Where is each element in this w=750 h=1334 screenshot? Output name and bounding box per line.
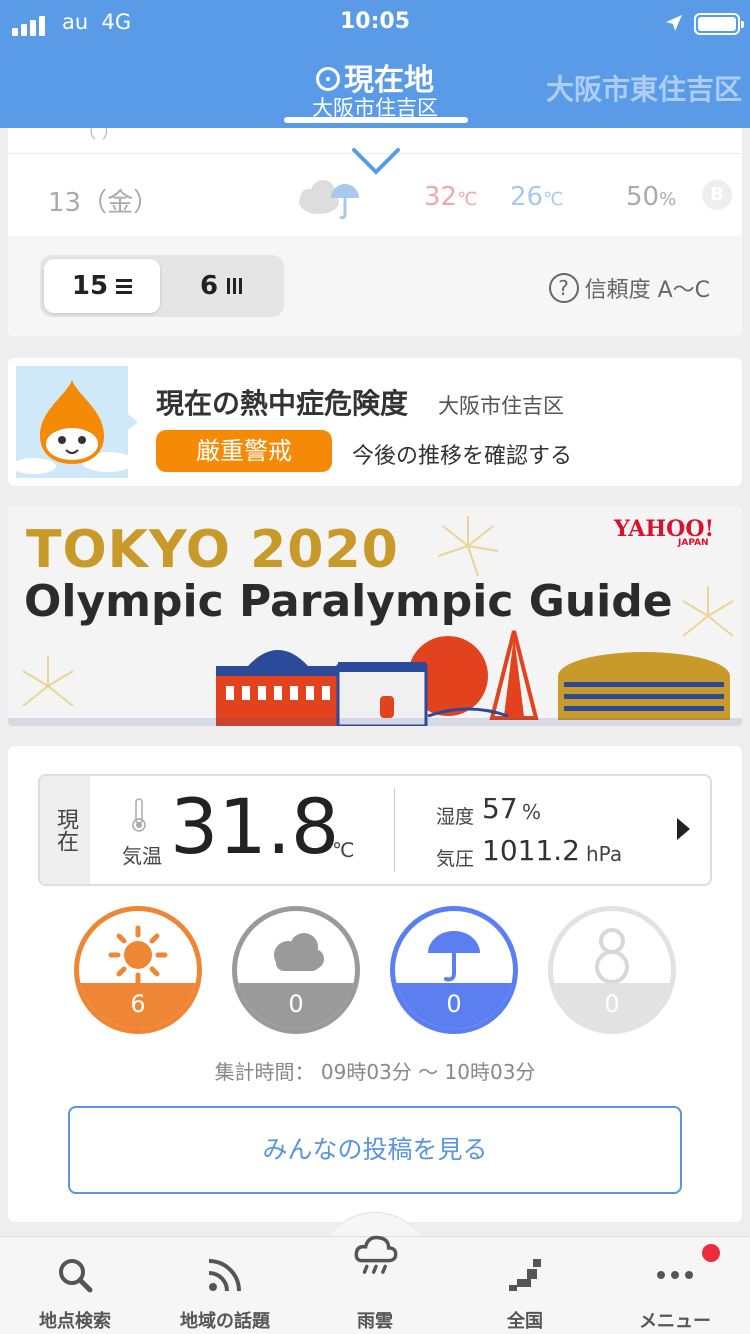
reliability-info[interactable]: ? 信頼度 A〜C [548, 272, 710, 304]
nav-topics-label: 地域の話題 [180, 1311, 270, 1332]
toggle-6-days[interactable]: 6 [164, 259, 280, 313]
header: au 4G 10:05 現在地 大阪市住吉区 大阪市東住吉区 [0, 0, 750, 128]
forecast-low: 26℃ [510, 182, 564, 212]
forecast-day: 13（金） [48, 188, 160, 218]
heatstroke-mascot-image [16, 366, 128, 478]
report-snow[interactable]: 0 [548, 906, 676, 1034]
pressure-unit: hPa [586, 842, 623, 866]
sun-icon [108, 925, 168, 985]
report-rain-count: 0 [395, 983, 513, 1029]
forecast-precip: 50% [626, 182, 677, 212]
columns-icon [226, 278, 244, 294]
nav-menu-label: メニュー [639, 1311, 711, 1332]
nav-topics[interactable]: 地域の話題 [150, 1237, 300, 1334]
forecast-row[interactable]: 13（金） 32℃ 26℃ 50% B [8, 164, 742, 236]
next-location-tab[interactable]: 大阪市東住吉区 [546, 68, 742, 108]
yahoo-logo-sub: JAPAN [678, 538, 709, 548]
notification-badge [702, 1244, 720, 1262]
heatstroke-trend-link[interactable]: 今後の推移を確認する [352, 438, 572, 470]
divider [394, 788, 395, 872]
temperature-unit: ℃ [332, 838, 355, 862]
heatstroke-level-badge: 厳重警戒 [156, 430, 332, 472]
nav-search[interactable]: 地点検索 [0, 1237, 150, 1334]
report-cloudy[interactable]: 0 [232, 906, 360, 1034]
banner-line2: Olympic Paralympic Guide [24, 576, 673, 627]
toggle-15-days[interactable]: 15 [44, 259, 160, 313]
rss-icon [208, 1259, 241, 1292]
cloud-icon [274, 933, 324, 971]
forecast-card: （ ） 13（金） 32℃ 26℃ 50% B 15 6 ? 信頼度 A〜C [8, 128, 742, 336]
nav-search-label: 地点検索 [39, 1311, 111, 1332]
pressure-label: 気圧 [436, 848, 475, 870]
report-rain[interactable]: 0 [390, 906, 518, 1034]
nav-japan[interactable]: 全国 [450, 1237, 600, 1334]
current-label: 現在 [40, 776, 90, 884]
current-observation[interactable]: 現在 気温 31.8 ℃ 湿度 57 % 気圧 1011.2 hPa [38, 774, 712, 886]
help-icon: ? [548, 273, 579, 303]
nav-japan-label: 全国 [507, 1311, 543, 1332]
nav-rain-cloud[interactable]: 雨雲 [300, 1235, 450, 1334]
rain-cloud-icon [354, 1235, 398, 1274]
aggregation-time: 集計時間： 09時03分 〜 10時03分 [214, 1060, 536, 1084]
banner-line1: TOKYO 2020 [26, 520, 399, 580]
bottom-nav: 地点検索 地域の話題 雨雲 全国 メニュー [0, 1235, 750, 1334]
status-bar: au 4G 10:05 [0, 6, 750, 38]
temperature-value: 31.8 [170, 782, 340, 871]
heatstroke-title: 現在の熱中症危険度 [156, 387, 409, 420]
view-posts-button[interactable]: みんなの投稿を見る [68, 1106, 682, 1194]
olympic-banner[interactable]: TOKYO 2020 Olympic Paralympic Guide YAHO… [8, 506, 742, 726]
humidity-value: 57 [482, 792, 518, 825]
nav-rain-label: 雨雲 [357, 1311, 393, 1332]
forecast-range-toggle: 15 6 [40, 255, 284, 317]
report-cloudy-count: 0 [237, 983, 355, 1029]
reliability-label: 信頼度 A〜C [584, 278, 710, 303]
umbrella-icon [428, 931, 480, 982]
list-icon [116, 278, 133, 294]
report-snow-count: 0 [553, 983, 671, 1029]
chevron-right-icon [677, 818, 690, 840]
speech-pointer [128, 414, 138, 430]
search-icon [59, 1259, 93, 1293]
thermometer-icon [132, 798, 146, 832]
active-location-indicator [284, 117, 468, 123]
japan-map-icon [509, 1259, 541, 1291]
report-sunny[interactable]: 6 [74, 906, 202, 1034]
cloud-rain-icon [299, 180, 359, 220]
forecast-footer: 15 6 ? 信頼度 A〜C [8, 236, 742, 336]
nav-menu[interactable]: メニュー [600, 1237, 750, 1334]
pressure-value: 1011.2 [482, 834, 580, 867]
temperature-label: 気温 [122, 844, 162, 868]
humidity-label: 湿度 [436, 806, 475, 828]
current-conditions-card: 現在 気温 31.8 ℃ 湿度 57 % 気圧 1011.2 hPa 6 0 0… [8, 746, 742, 1222]
location-arrow-icon [664, 13, 684, 38]
clock: 10:05 [339, 9, 411, 34]
reliability-badge: B [702, 180, 732, 210]
more-icon [657, 1271, 693, 1279]
heatstroke-place: 大阪市住吉区 [438, 394, 564, 418]
crosshair-icon [316, 67, 340, 91]
snowman-icon [595, 928, 629, 984]
humidity-unit: % [522, 800, 542, 824]
report-sunny-count: 6 [79, 983, 197, 1029]
forecast-high: 32℃ [424, 182, 478, 212]
battery-icon [694, 13, 744, 35]
heatstroke-card[interactable]: 現在の熱中症危険度 大阪市住吉区 厳重警戒 今後の推移を確認する [8, 358, 742, 486]
